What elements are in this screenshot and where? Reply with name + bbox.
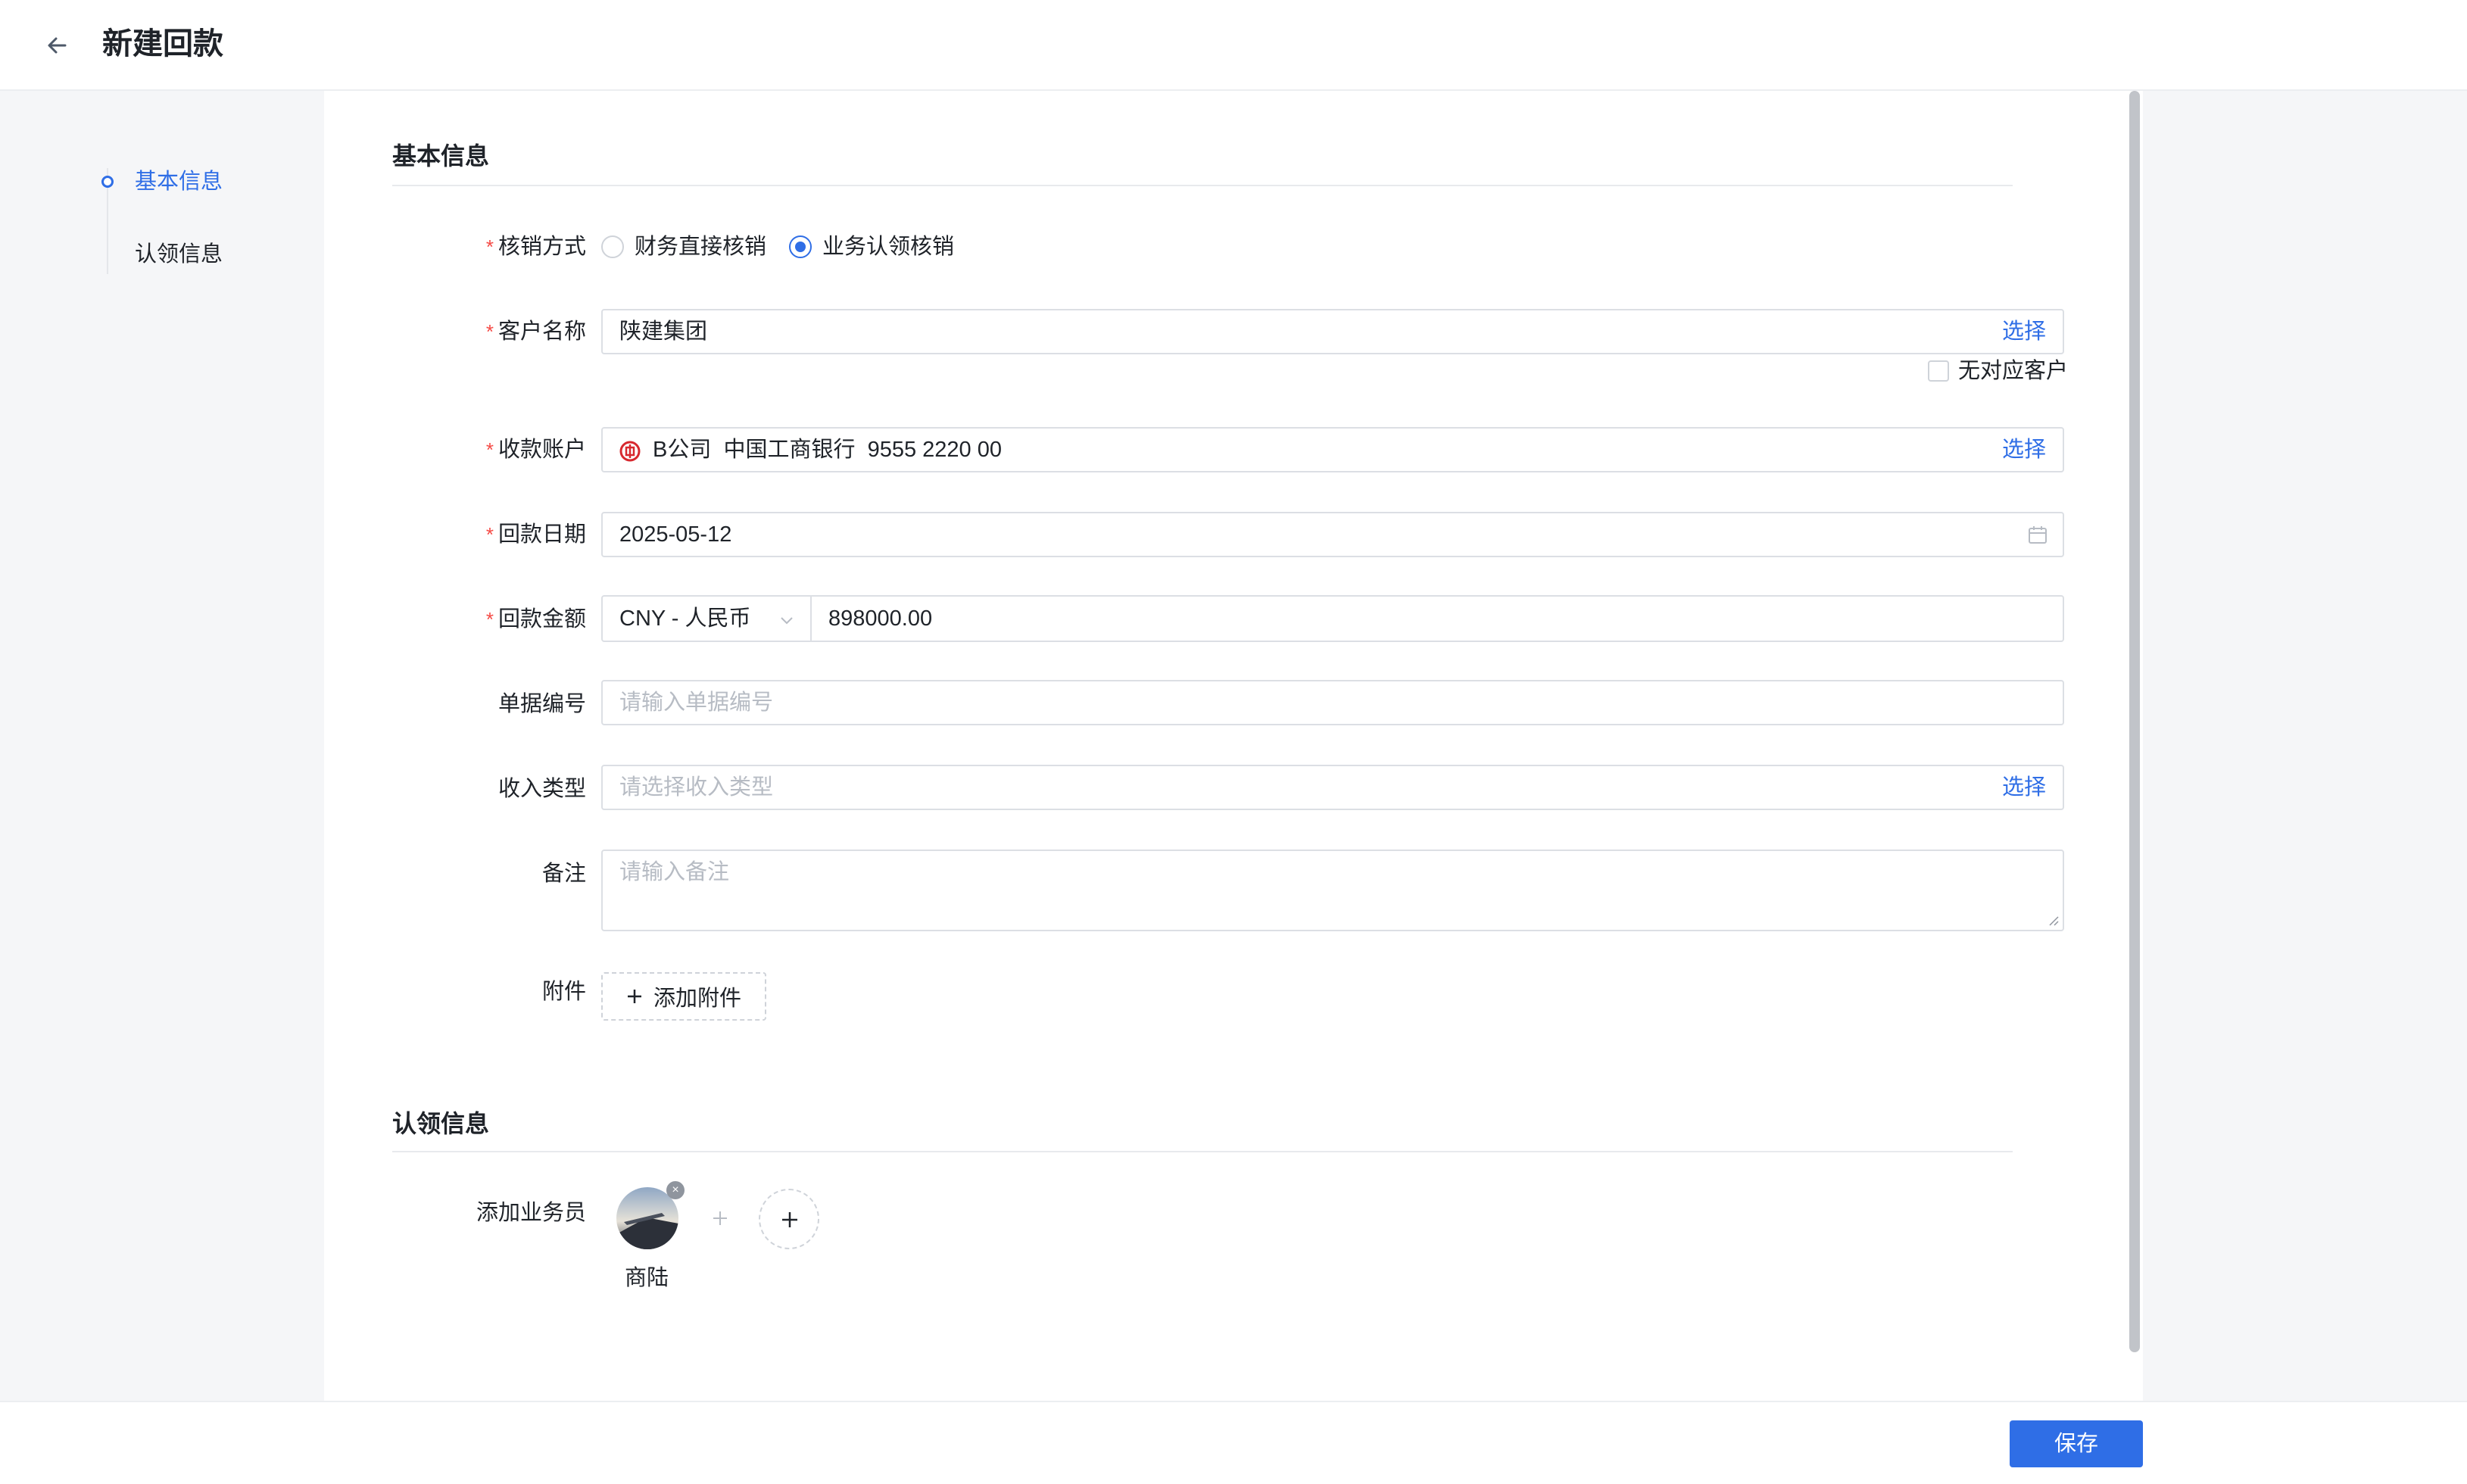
customer-input[interactable]: 陕建集团 选择 xyxy=(601,309,2064,354)
income-type-select-link[interactable]: 选择 xyxy=(2002,766,2046,809)
remove-salesperson-icon[interactable]: × xyxy=(666,1181,685,1199)
nav-active-dot-icon xyxy=(101,176,114,188)
chevron-down-icon xyxy=(781,617,793,625)
required-mark: * xyxy=(485,320,494,343)
account-select-link[interactable]: 选择 xyxy=(2002,429,2046,471)
currency-value: CNY - 人民币 xyxy=(619,606,751,631)
doc-no-input[interactable]: 请输入单据编号 xyxy=(601,680,2064,725)
checkbox-box[interactable] xyxy=(1928,360,1949,382)
section-divider xyxy=(392,1151,2013,1152)
field-label-date: * 回款日期 xyxy=(485,522,586,547)
field-label-amount: * 回款金额 xyxy=(485,607,586,631)
nav-item-basic-info[interactable]: 基本信息 xyxy=(135,167,223,197)
page-title: 新建回款 xyxy=(102,27,223,61)
field-label-writeoff: * 核销方式 xyxy=(485,235,586,259)
section-anchor-nav: 基本信息 认领信息 xyxy=(0,91,324,1401)
field-label-doc-no: 单据编号 xyxy=(497,692,586,716)
customer-value: 陕建集团 xyxy=(619,320,708,344)
plus-separator-icon xyxy=(713,1211,727,1225)
required-mark: * xyxy=(485,235,494,258)
date-value: 2025-05-12 xyxy=(619,522,732,547)
income-type-input[interactable]: 请选择收入类型 选择 xyxy=(601,765,2064,810)
form-card: 基本信息 * 核销方式 财务直接核销 业务认领核销 * 客户名称 陕建集团 选择 无… xyxy=(324,91,2143,1401)
field-label-account: * 收款账户 xyxy=(485,438,586,462)
section-title-claim: 认领信息 xyxy=(392,1110,490,1137)
back-arrow-icon[interactable] xyxy=(42,30,73,61)
save-button[interactable]: 保存 xyxy=(2010,1420,2143,1467)
add-attachment-button[interactable]: 添加附件 xyxy=(601,972,766,1021)
doc-no-placeholder: 请输入单据编号 xyxy=(619,691,774,715)
radio-circle[interactable] xyxy=(601,235,624,258)
field-label-remark: 备注 xyxy=(541,862,586,886)
plus-icon xyxy=(782,1212,797,1227)
customer-select-link[interactable]: 选择 xyxy=(2002,310,2046,353)
scrollbar-thumb[interactable] xyxy=(2129,91,2140,1352)
section-title-basic: 基本信息 xyxy=(392,142,490,170)
radio-circle-checked[interactable] xyxy=(789,235,812,258)
page-footer: 保存 xyxy=(0,1401,2467,1484)
radio-finance-direct[interactable]: 财务直接核销 xyxy=(601,232,766,262)
date-picker-input[interactable]: 2025-05-12 xyxy=(601,512,2064,557)
icbc-bank-icon xyxy=(619,441,641,462)
salesperson-avatar-wrap: × xyxy=(616,1181,685,1249)
no-customer-checkbox[interactable]: 无对应客户 xyxy=(1928,356,2068,386)
field-label-income-type: 收入类型 xyxy=(497,777,586,801)
calendar-icon[interactable] xyxy=(2028,525,2048,545)
page-header: 新建回款 xyxy=(0,0,2467,91)
required-mark: * xyxy=(485,438,494,461)
field-label-customer: * 客户名称 xyxy=(485,320,586,344)
salesperson-name: 商陆 xyxy=(624,1266,669,1290)
required-mark: * xyxy=(485,523,494,546)
resize-handle-icon[interactable] xyxy=(2048,915,2060,927)
currency-select[interactable]: CNY - 人民币 xyxy=(601,595,812,642)
field-label-attachment: 附件 xyxy=(541,980,586,1004)
income-type-placeholder: 请选择收入类型 xyxy=(619,775,774,800)
add-salesperson-button[interactable] xyxy=(759,1189,819,1249)
field-label-salesperson: 添加业务员 xyxy=(476,1201,586,1225)
nav-item-claim-info[interactable]: 认领信息 xyxy=(135,239,223,270)
radio-business-claim[interactable]: 业务认领核销 xyxy=(789,232,954,262)
required-mark: * xyxy=(485,608,494,631)
remark-placeholder: 请输入备注 xyxy=(619,860,730,884)
amount-input[interactable]: 898000.00 xyxy=(810,595,2064,642)
account-input[interactable]: B公司 中国工商银行 9555 2220 00 选择 xyxy=(601,427,2064,472)
section-divider xyxy=(392,185,2013,186)
plus-icon xyxy=(627,990,641,1003)
account-value: B公司 中国工商银行 9555 2220 00 xyxy=(653,438,1002,462)
remark-textarea[interactable]: 请输入备注 xyxy=(601,850,2064,931)
